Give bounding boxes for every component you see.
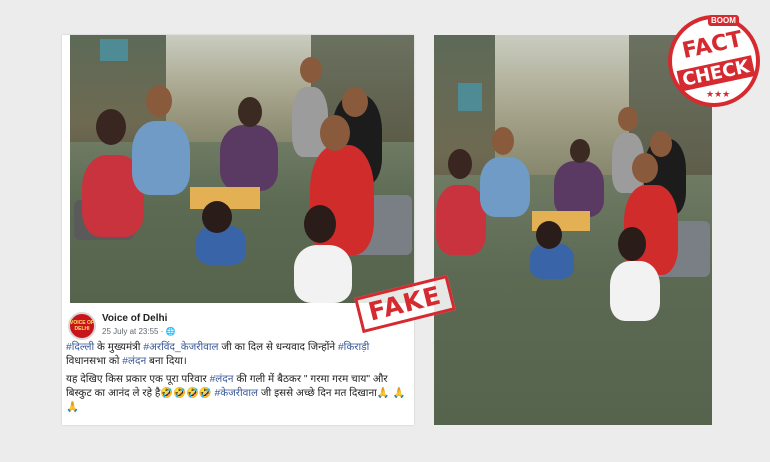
hashtag-link[interactable]: #लंदन <box>210 374 234 385</box>
photo-person-head <box>618 107 638 131</box>
photo-child <box>610 261 660 321</box>
badge-stars: ★★★ <box>706 89 731 99</box>
original-photo <box>434 35 712 425</box>
photo-sign <box>458 83 482 111</box>
photo-person <box>436 185 486 255</box>
photo-person-head <box>238 97 262 127</box>
post-paragraph-2: यह देखिए किस प्रकार एक पूरा परिवार #लंदन… <box>66 373 410 415</box>
photo-person <box>554 161 604 217</box>
photo-person-head <box>492 127 514 155</box>
photo-person-head <box>570 139 590 163</box>
photo-child-head <box>618 227 646 261</box>
photo-person-head <box>342 87 368 117</box>
facebook-post-card: VOICE OF DELHI Voice of Delhi 25 July at… <box>62 35 414 425</box>
photo-sign <box>100 39 128 61</box>
boom-logo-label: BOOM <box>708 15 739 26</box>
photo-child <box>294 245 352 303</box>
photo-person-head <box>632 153 658 183</box>
page-avatar[interactable]: VOICE OF DELHI <box>68 312 96 340</box>
avatar-text: VOICE OF DELHI <box>70 320 94 332</box>
photo-child-head <box>202 201 232 233</box>
post-text-span: विधानसभा को <box>66 356 123 367</box>
photo-person-head <box>96 109 126 145</box>
hashtag-link[interactable]: #केजरीवाल <box>215 388 259 399</box>
globe-icon: 🌐 <box>165 327 176 336</box>
hashtag-link[interactable]: #किराड़ी <box>338 342 369 353</box>
photo-person <box>132 121 190 195</box>
fact-check-badge: BOOM FACT CHECK ★★★ <box>668 15 760 107</box>
post-photo[interactable] <box>70 35 414 303</box>
post-timestamp[interactable]: 25 July at 23:55 <box>102 327 158 336</box>
hashtag-link[interactable]: #लंदन <box>122 356 146 367</box>
photo-child-head <box>536 221 562 249</box>
photo-child-head <box>304 205 336 243</box>
photo-person-head <box>320 115 350 151</box>
photo-person-head <box>146 85 172 117</box>
post-text: #दिल्ली के मुख्यमंत्री #अरविंद_केजरीवाल … <box>66 341 410 419</box>
post-paragraph-1: #दिल्ली के मुख्यमंत्री #अरविंद_केजरीवाल … <box>66 341 410 369</box>
post-text-span: यह देखिए किस प्रकार एक पूरा परिवार <box>66 374 210 385</box>
post-text-span: जी का दिल से धन्यवाद जिन्होंने <box>218 342 338 353</box>
post-meta: 25 July at 23:55 · 🌐 <box>102 327 176 336</box>
hashtag-link[interactable]: #अरविंद_केजरीवाल <box>143 342 218 353</box>
photo-person-head <box>650 131 672 157</box>
post-text-span: के मुख्यमंत्री <box>94 342 144 353</box>
post-text-span: बना दिया। <box>146 356 187 367</box>
photo-person-head <box>300 57 322 83</box>
photo-person-head <box>448 149 472 179</box>
photo-person <box>220 125 278 191</box>
photo-person <box>480 157 530 217</box>
page-name-link[interactable]: Voice of Delhi <box>102 313 167 324</box>
hashtag-link[interactable]: #दिल्ली <box>66 342 94 353</box>
